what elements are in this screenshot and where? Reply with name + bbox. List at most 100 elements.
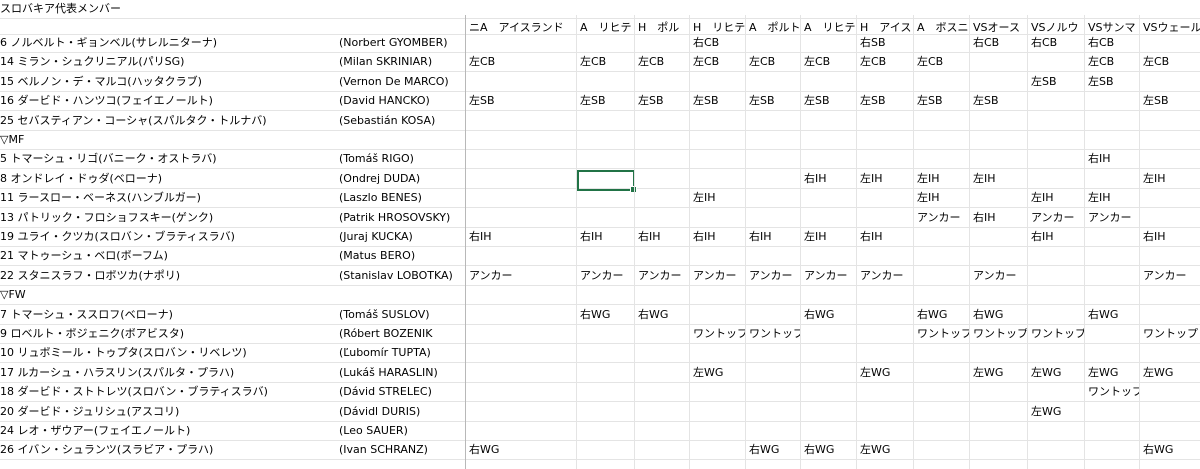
player-name[interactable]: 16 ダービド・ハンツコ(フェイエノールト): [0, 92, 336, 110]
player-name[interactable]: 18 ダービド・ストトレツ(スロバン・ブラティスラバ): [0, 383, 336, 401]
position-cell[interactable]: [801, 422, 857, 440]
position-cell[interactable]: 左CB: [1140, 53, 1200, 71]
position-cell[interactable]: 右IH: [970, 209, 1028, 227]
position-cell[interactable]: 左IH: [1085, 189, 1140, 207]
position-cell[interactable]: [1028, 422, 1085, 440]
player-name-english[interactable]: (Tomáš RIGO): [336, 150, 466, 168]
position-cell[interactable]: 左WG: [1028, 364, 1085, 382]
position-cell[interactable]: [1028, 53, 1085, 71]
position-cell[interactable]: [1028, 306, 1085, 324]
position-cell[interactable]: [466, 34, 577, 52]
section-label[interactable]: ▽MF: [0, 131, 336, 149]
position-cell[interactable]: 右IH: [857, 228, 914, 246]
position-cell[interactable]: 右WG: [635, 306, 690, 324]
position-cell[interactable]: 左IH: [914, 189, 970, 207]
player-name-english[interactable]: (Laszlo BENES): [336, 189, 466, 207]
position-cell[interactable]: 左WG: [1028, 403, 1085, 421]
position-cell[interactable]: 右CB: [970, 34, 1028, 52]
position-cell[interactable]: アンカー: [857, 267, 914, 285]
position-cell[interactable]: 左SB: [690, 92, 746, 110]
position-cell[interactable]: [577, 325, 635, 343]
position-cell[interactable]: [1140, 422, 1200, 440]
position-cell[interactable]: 右IH: [1028, 228, 1085, 246]
player-name[interactable]: 17 ルカーシュ・ハラスリン(スパルタ・プラハ): [0, 364, 336, 382]
position-cell[interactable]: [857, 73, 914, 91]
position-cell[interactable]: 左CB: [1085, 53, 1140, 71]
position-cell[interactable]: [577, 422, 635, 440]
position-cell[interactable]: [1085, 325, 1140, 343]
position-cell[interactable]: [635, 150, 690, 168]
position-cell[interactable]: [746, 383, 801, 401]
position-cell[interactable]: 左SB: [857, 92, 914, 110]
position-cell[interactable]: [970, 344, 1028, 362]
position-cell[interactable]: 右WG: [801, 306, 857, 324]
position-cell[interactable]: [690, 170, 746, 188]
position-cell[interactable]: [746, 306, 801, 324]
player-name-english[interactable]: (Róbert BOZENIK: [336, 325, 466, 343]
position-cell[interactable]: [635, 383, 690, 401]
position-cell[interactable]: [1028, 247, 1085, 265]
position-cell[interactable]: 左IH: [970, 170, 1028, 188]
player-name-english[interactable]: (Dávid STRELEC): [336, 383, 466, 401]
position-cell[interactable]: [1140, 189, 1200, 207]
player-name-english[interactable]: (Ľubomír TUPTA): [336, 344, 466, 362]
position-cell[interactable]: [690, 247, 746, 265]
position-cell[interactable]: 左CB: [466, 53, 577, 71]
position-cell[interactable]: [914, 228, 970, 246]
position-cell[interactable]: [1085, 112, 1140, 130]
position-cell[interactable]: [466, 189, 577, 207]
position-cell[interactable]: [466, 325, 577, 343]
position-cell[interactable]: [690, 209, 746, 227]
position-cell[interactable]: [466, 209, 577, 227]
position-cell[interactable]: 左SB: [914, 92, 970, 110]
position-cell[interactable]: [1028, 267, 1085, 285]
position-cell[interactable]: [635, 34, 690, 52]
position-cell[interactable]: [970, 112, 1028, 130]
position-cell[interactable]: [746, 247, 801, 265]
player-name[interactable]: 7 トマーシュ・ススロフ(ベローナ): [0, 306, 336, 324]
position-cell[interactable]: [466, 150, 577, 168]
position-cell[interactable]: [690, 306, 746, 324]
position-cell[interactable]: [577, 403, 635, 421]
position-cell[interactable]: [690, 383, 746, 401]
position-cell[interactable]: [746, 150, 801, 168]
position-cell[interactable]: [914, 73, 970, 91]
position-cell[interactable]: [466, 247, 577, 265]
position-cell[interactable]: [466, 73, 577, 91]
player-name-english[interactable]: (Juraj KUCKA): [336, 228, 466, 246]
position-cell[interactable]: [857, 209, 914, 227]
position-cell[interactable]: 左CB: [635, 53, 690, 71]
position-cell[interactable]: 右CB: [690, 34, 746, 52]
player-name[interactable]: 6 ノルベルト・ギョンベル(サレルニターナ): [0, 34, 336, 52]
position-cell[interactable]: [914, 267, 970, 285]
position-cell[interactable]: [1085, 247, 1140, 265]
position-cell[interactable]: 左IH: [914, 170, 970, 188]
position-cell[interactable]: [690, 403, 746, 421]
position-cell[interactable]: [857, 344, 914, 362]
position-cell[interactable]: 左WG: [1140, 364, 1200, 382]
position-cell[interactable]: [857, 112, 914, 130]
position-cell[interactable]: 左SB: [635, 92, 690, 110]
position-cell[interactable]: ワントップ: [746, 325, 801, 343]
position-cell[interactable]: 右IH: [746, 228, 801, 246]
position-cell[interactable]: [801, 344, 857, 362]
position-cell[interactable]: [1140, 34, 1200, 52]
position-cell[interactable]: [635, 422, 690, 440]
position-cell[interactable]: [466, 170, 577, 188]
position-cell[interactable]: [466, 306, 577, 324]
position-cell[interactable]: [577, 364, 635, 382]
position-cell[interactable]: [1028, 383, 1085, 401]
position-cell[interactable]: 左WG: [857, 441, 914, 459]
position-cell[interactable]: [466, 364, 577, 382]
position-cell[interactable]: アンカー: [970, 267, 1028, 285]
position-cell[interactable]: 左CB: [801, 53, 857, 71]
position-cell[interactable]: ワントップ: [1140, 325, 1200, 343]
player-name[interactable]: 22 スタニスラフ・ロボツカ(ナポリ): [0, 267, 336, 285]
position-cell[interactable]: [746, 344, 801, 362]
player-name-english[interactable]: (Norbert GYOMBER): [336, 34, 466, 52]
position-cell[interactable]: [914, 403, 970, 421]
position-cell[interactable]: [857, 325, 914, 343]
position-cell[interactable]: ワントップ: [1028, 325, 1085, 343]
position-cell[interactable]: アンカー: [914, 209, 970, 227]
position-cell[interactable]: 左WG: [690, 364, 746, 382]
